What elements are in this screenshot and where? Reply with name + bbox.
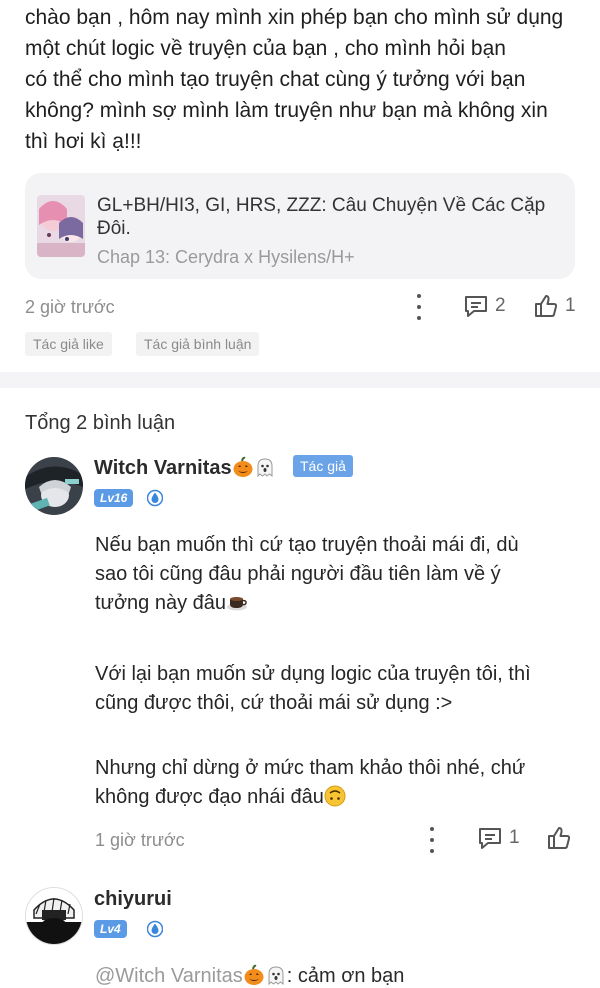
linked-story-card[interactable]: GL+BH/HI3, GI, HRS, ZZZ: Câu Chuyện Về C… <box>25 173 575 279</box>
level-badge: Lv16 <box>94 489 134 507</box>
post-text-line: thì hơi kì ạ!!! <box>25 130 142 153</box>
comment-line: tưởng này đâu <box>95 589 585 618</box>
story-cover-image <box>37 195 85 257</box>
avatar[interactable] <box>25 457 83 515</box>
thumbs-up-icon <box>535 295 558 317</box>
tag-author-liked: Tác giả like <box>25 332 112 356</box>
comment-username[interactable]: Witch Varnitas <box>94 456 276 480</box>
comment-count: 2 <box>495 295 506 316</box>
reply-count: 1 <box>509 827 520 848</box>
ghost-icon <box>268 966 284 986</box>
more-options-icon[interactable] <box>427 827 437 853</box>
reply-text: : cảm ơn bạn <box>286 965 405 987</box>
jack-o-lantern-icon <box>244 964 264 985</box>
story-chapter: Chap 13: Cerydra x Hysilens/H+ <box>97 247 355 267</box>
comment-line: Nếu bạn muốn thì cứ tạo truyện thoải mái… <box>95 534 519 556</box>
comment-line: cũng được thôi, cứ thoải mái sử dụng :> <box>95 692 453 714</box>
comment-timestamp: 1 giờ trước <box>95 830 185 850</box>
reply-button[interactable]: 1 <box>477 826 520 850</box>
comment-line: Với lại bạn muốn sử dụng logic của truyệ… <box>95 663 531 685</box>
post-text-line: không? mình sợ mình làm truyện như bạn m… <box>25 99 548 122</box>
reply-preview: @Witch Varnitas : cảm ơn bạn <box>95 964 404 988</box>
comment-body: Nhưng chỉ dừng ở mức tham khảo thôi nhé,… <box>95 754 585 812</box>
vip-droplet-icon <box>147 489 163 507</box>
section-divider <box>0 372 600 388</box>
story-title: GL+BH/HI3, GI, HRS, ZZZ: Câu Chuyện Về C… <box>97 195 546 239</box>
author-badge: Tác giả <box>293 455 353 477</box>
reply-mention[interactable]: @Witch Varnitas <box>95 965 243 987</box>
comment-icon <box>465 296 487 317</box>
jack-o-lantern-icon <box>233 456 253 477</box>
post-text: chào bạn , hôm nay mình xin phép bạn cho… <box>25 2 585 157</box>
comment-button[interactable]: 2 <box>463 294 506 318</box>
post-timestamp: 2 giờ trước <box>25 297 115 317</box>
more-options-icon[interactable] <box>414 294 424 320</box>
ghost-icon <box>257 458 273 478</box>
upside-down-face-icon <box>324 785 346 807</box>
comment-line: sao tôi cũng đâu phải người đầu tiên làm… <box>95 563 501 585</box>
post-text-line: một chút logic về truyện của bạn , cho m… <box>25 37 506 60</box>
coffee-icon <box>227 597 248 611</box>
comments-total: Tổng 2 bình luận <box>25 412 176 434</box>
comment-username[interactable]: chiyurui <box>94 888 172 911</box>
post-text-line: chào bạn , hôm nay mình xin phép bạn cho… <box>25 6 564 29</box>
thumbs-up-icon <box>548 827 571 849</box>
tag-author-commented: Tác giả bình luận <box>136 332 260 356</box>
comment-icon <box>479 828 501 849</box>
like-count: 1 <box>565 295 576 316</box>
post-text-line: có thể cho mình tạo truyện chat cùng ý t… <box>25 68 526 91</box>
comment-body: Với lại bạn muốn sử dụng logic của truyệ… <box>95 660 585 718</box>
level-badge: Lv4 <box>94 920 127 938</box>
like-button[interactable]: 1 <box>533 293 576 319</box>
comment-body: Nếu bạn muốn thì cứ tạo truyện thoải mái… <box>95 531 585 618</box>
like-button[interactable] <box>546 825 572 856</box>
avatar[interactable] <box>25 887 83 945</box>
comment-line: không được đạo nhái đâu <box>95 783 585 812</box>
comment-line: Nhưng chỉ dừng ở mức tham khảo thôi nhé,… <box>95 757 526 779</box>
vip-droplet-icon <box>147 920 163 938</box>
